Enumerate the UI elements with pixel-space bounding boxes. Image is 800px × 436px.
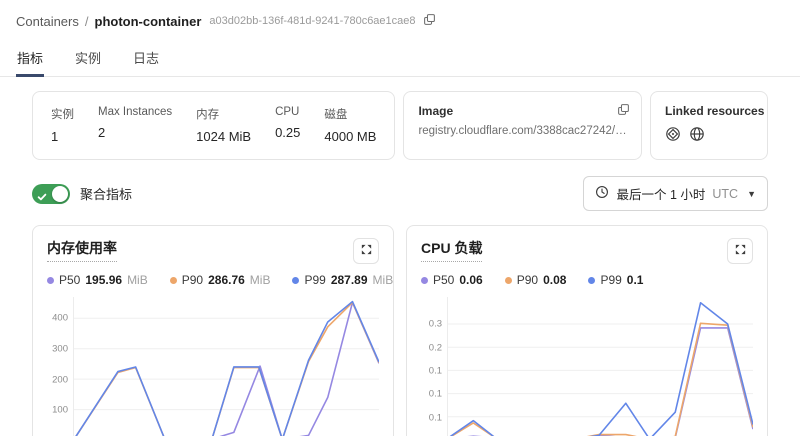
aggregate-metrics-toggle[interactable] — [32, 184, 70, 204]
expand-icon — [734, 243, 747, 259]
legend-dot — [421, 277, 428, 284]
toggle-knob — [52, 186, 68, 202]
y-tick-label: 0.3 — [429, 319, 442, 330]
legend-dot — [588, 277, 595, 284]
stat-label: 实例 — [51, 106, 74, 122]
series-line-p90 — [74, 302, 379, 436]
globe-icon[interactable] — [689, 126, 705, 147]
legend-item-p50[interactable]: P500.06 — [421, 273, 483, 287]
stat-column: 磁盘 4000 MB — [324, 106, 376, 145]
legend-dot — [170, 277, 177, 284]
stat-column: 内存 1024 MiB — [196, 106, 251, 145]
image-url: registry.cloudflare.com/3388cac27242/1/9… — [418, 125, 627, 137]
stat-label: CPU — [275, 106, 300, 118]
memory-usage-chart-card: 内存使用率 P50195.96MiB P90286.76MiB P99287.89M… — [32, 225, 394, 436]
chart-legend: P50195.96MiBP90286.76MiBP99287.89MiB — [47, 273, 379, 287]
y-tick-label: 0.2 — [429, 342, 442, 353]
y-tick-label: 400 — [52, 313, 68, 324]
worker-icon[interactable] — [665, 126, 681, 147]
stat-label: 磁盘 — [324, 106, 376, 122]
series-line-p99 — [448, 303, 753, 436]
legend-item-p90[interactable]: P900.08 — [505, 273, 567, 287]
cpu-load-chart-card: CPU 负载 P500.06 P900.08 P990.1 0.1 0.1 0.1 0.2… — [406, 225, 768, 436]
expand-chart-button[interactable] — [353, 238, 379, 264]
check-icon — [37, 189, 47, 207]
plot-area[interactable] — [73, 297, 379, 436]
stat-value: 4000 MB — [324, 129, 376, 144]
legend-item-p90[interactable]: P90286.76MiB — [170, 273, 271, 287]
stat-column: CPU 0.25 — [275, 106, 300, 145]
y-tick-label: 0.1 — [429, 389, 442, 400]
series-line-p50 — [448, 328, 753, 436]
y-axis: 100 200 300 400 — [47, 297, 73, 436]
legend-dot — [505, 277, 512, 284]
image-label: Image — [418, 104, 627, 118]
aggregate-metrics-label: 聚合指标 — [80, 184, 132, 203]
linked-resources-card: Linked resources — [650, 91, 768, 160]
stat-value: 2 — [98, 125, 172, 140]
copy-icon — [423, 13, 436, 29]
expand-icon — [360, 243, 373, 259]
y-axis: 0.1 0.1 0.1 0.2 0.3 — [421, 297, 447, 436]
tab-bar: 指标实例日志 — [0, 41, 800, 77]
time-range-timezone: UTC — [712, 187, 738, 201]
stat-value: 0.25 — [275, 125, 300, 140]
chevron-down-icon: ▼ — [747, 189, 756, 199]
copy-id-button[interactable] — [422, 12, 437, 30]
container-name: photon-container — [95, 14, 202, 29]
stat-value: 1024 MiB — [196, 129, 251, 144]
copy-icon — [617, 103, 630, 119]
legend-dot — [292, 277, 299, 284]
linked-resources-label: Linked resources — [665, 104, 753, 118]
legend-item-p99[interactable]: P990.1 — [588, 273, 643, 287]
container-id: a03d02bb-136f-481d-9241-780c6ae1cae8 — [209, 15, 415, 27]
stat-label: 内存 — [196, 106, 251, 122]
chart-title: CPU 负载 — [421, 238, 482, 262]
stat-column: 实例 1 — [51, 106, 74, 145]
y-tick-label: 200 — [52, 374, 68, 385]
chart-legend: P500.06 P900.08 P990.1 — [421, 273, 753, 287]
tab-2[interactable]: 日志 — [132, 41, 160, 76]
charts-row: 内存使用率 P50195.96MiB P90286.76MiB P99287.89M… — [32, 225, 768, 436]
y-tick-label: 0.1 — [429, 412, 442, 423]
clock-icon — [595, 185, 609, 202]
y-tick-label: 0.1 — [429, 365, 442, 376]
chart-title: 内存使用率 — [47, 238, 117, 262]
stat-column: Max Instances 2 — [98, 106, 172, 145]
stat-label: Max Instances — [98, 106, 172, 118]
legend-item-p99[interactable]: P99287.89MiB — [292, 273, 393, 287]
y-tick-label: 300 — [52, 344, 68, 355]
tab-0[interactable]: 指标 — [16, 41, 44, 76]
time-range-dropdown[interactable]: 最后一个 1 小时 UTC ▼ — [583, 176, 768, 211]
resource-stats-card: 实例 1 Max Instances 2 内存 1024 MiB CPU 0.25 磁盘 4000… — [32, 91, 395, 160]
image-card: Image registry.cloudflare.com/3388cac272… — [403, 91, 642, 160]
y-tick-label: 100 — [52, 405, 68, 416]
time-range-value: 最后一个 1 小时 — [616, 184, 705, 203]
controls-row: 聚合指标 最后一个 1 小时 UTC ▼ — [32, 176, 768, 211]
breadcrumb: Containers / photon-container a03d02bb-1… — [0, 0, 800, 30]
overview-cards: 实例 1 Max Instances 2 内存 1024 MiB CPU 0.25 磁盘 4000… — [32, 91, 768, 160]
stat-value: 1 — [51, 129, 74, 144]
expand-chart-button[interactable] — [727, 238, 753, 264]
breadcrumb-containers-link[interactable]: Containers — [16, 14, 79, 29]
tab-1[interactable]: 实例 — [74, 41, 102, 76]
series-line-p90 — [448, 323, 753, 436]
breadcrumb-separator: / — [85, 14, 89, 29]
copy-image-button[interactable] — [616, 102, 631, 120]
legend-dot — [47, 277, 54, 284]
plot-area[interactable] — [447, 297, 753, 436]
legend-item-p50[interactable]: P50195.96MiB — [47, 273, 148, 287]
